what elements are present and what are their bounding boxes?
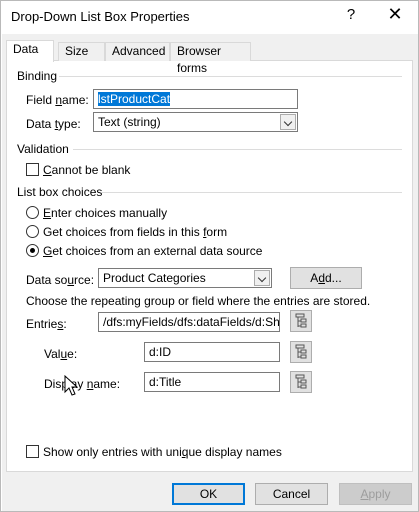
data-type-select[interactable]: Text (string) <box>93 112 298 132</box>
title-bar: Drop-Down List Box Properties ? ✕ <box>1 1 418 34</box>
ok-button[interactable]: OK <box>172 483 245 505</box>
section-divider <box>101 192 402 193</box>
display-name-select-xpath-button[interactable] <box>290 371 312 393</box>
data-type-label: Data type: <box>26 117 81 131</box>
choices-section-title: List box choices <box>17 185 103 199</box>
entries-select-xpath-button[interactable] <box>290 310 312 332</box>
fields-in-form-radio[interactable] <box>26 225 39 238</box>
section-divider <box>59 76 402 77</box>
close-button[interactable]: ✕ <box>385 4 405 25</box>
tab-label: Advanced <box>112 44 166 58</box>
display-name-input[interactable]: d:Title <box>144 372 280 392</box>
display-name-label: Display name: <box>44 377 121 391</box>
section-divider <box>73 149 402 150</box>
unique-display-names-label: Show only entries with unique display na… <box>43 445 282 459</box>
tab-advanced[interactable]: Advanced <box>105 42 170 61</box>
field-name-value: lstProductCat <box>98 92 171 106</box>
tab-size[interactable]: Size <box>58 42 105 61</box>
cannot-be-blank-label: Cannot be blank <box>43 163 131 177</box>
tab-data[interactable]: Data <box>6 40 54 62</box>
field-name-label: Field name: <box>26 93 89 107</box>
cancel-button[interactable]: Cancel <box>255 483 328 505</box>
data-source-label: Data source: <box>26 273 95 287</box>
external-source-label: Get choices from an external data source <box>43 244 263 258</box>
enter-manually-label: Enter choices manually <box>43 206 168 220</box>
field-name-input[interactable]: lstProductCat <box>93 89 298 109</box>
help-button[interactable]: ? <box>344 6 358 23</box>
tree-icon <box>295 344 307 359</box>
display-name-value: d:Title <box>149 375 182 389</box>
entries-input[interactable]: /dfs:myFields/dfs:dataFields/d:Sha <box>98 312 280 332</box>
binding-section-title: Binding <box>17 69 58 83</box>
cannot-be-blank-checkbox[interactable] <box>26 163 39 176</box>
external-source-radio[interactable] <box>26 244 39 257</box>
tab-label: Data <box>13 42 39 56</box>
entries-label: Entries: <box>26 317 67 331</box>
entries-instruction: Choose the repeating group or field wher… <box>26 294 371 308</box>
unique-display-names-checkbox[interactable] <box>26 445 39 458</box>
tree-icon <box>295 374 307 389</box>
mouse-pointer-icon <box>64 375 78 396</box>
chevron-down-icon <box>254 270 270 286</box>
fields-in-form-label: Get choices from fields in this form <box>43 225 228 239</box>
tab-browser-forms[interactable]: Browser forms <box>170 42 251 75</box>
data-source-select[interactable]: Product Categories <box>98 268 272 288</box>
dialog-title: Drop-Down List Box Properties <box>11 9 190 24</box>
entries-value: /dfs:myFields/dfs:dataFields/d:Sha <box>103 315 280 329</box>
properties-dialog: Drop-Down List Box Properties ? ✕ Data S… <box>0 0 419 512</box>
apply-button[interactable]: Apply <box>339 483 412 505</box>
data-type-value: Text (string) <box>98 115 161 129</box>
chevron-down-icon <box>280 114 296 130</box>
tab-label: Size <box>65 44 89 58</box>
value-label: Value: <box>44 347 78 361</box>
tree-icon <box>295 313 307 328</box>
data-source-value: Product Categories <box>103 271 206 285</box>
add-data-source-button[interactable]: Add... <box>290 267 362 289</box>
validation-section-title: Validation <box>17 142 69 156</box>
enter-manually-radio[interactable] <box>26 206 39 219</box>
value-input[interactable]: d:ID <box>144 342 280 362</box>
value-select-xpath-button[interactable] <box>290 341 312 363</box>
value-value: d:ID <box>149 345 172 359</box>
